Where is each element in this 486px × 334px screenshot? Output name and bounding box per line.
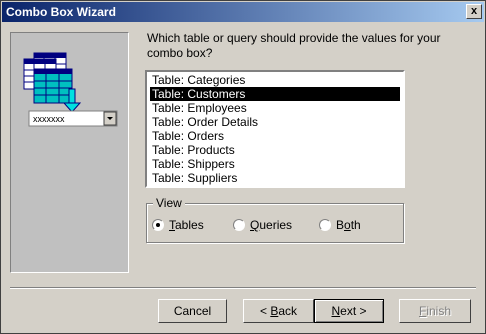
separator [10,287,476,289]
cancel-button[interactable]: Cancel [158,299,227,323]
radio-queries-label[interactable]: Queries [250,218,292,232]
close-button[interactable]: x [466,4,482,19]
list-item-selected[interactable]: Table: Customers [150,87,400,101]
list-item[interactable]: Table: Employees [150,101,400,115]
title-bar[interactable]: Combo Box Wizard x [2,2,484,22]
radio-tables-circle[interactable] [152,219,164,231]
view-group-label: View [153,196,185,210]
table-combo-illustration-icon: xxxxxxx [23,52,118,127]
list-item[interactable]: Table: Products [150,143,400,157]
wizard-illustration: xxxxxxx [10,32,129,273]
next-button[interactable]: Next > [314,299,384,323]
list-item[interactable]: Table: Categories [150,73,400,87]
combo-sample-text: xxxxxxx [33,114,65,124]
finish-button[interactable]: Finish [399,299,471,323]
list-item[interactable]: Table: Shippers [150,157,400,171]
view-groupbox: View Tables Queries Both [146,196,404,243]
close-icon: x [470,5,478,17]
table-listbox[interactable]: Table: Categories Table: Customers Table… [145,70,405,188]
prompt-text: Which table or query should provide the … [147,31,441,60]
list-item[interactable]: Table: Suppliers [150,171,400,185]
list-item[interactable]: Table: Orders [150,129,400,143]
radio-both-circle[interactable] [319,219,331,231]
wizard-window: Combo Box Wizard x xxxxxxx Which table o… [0,0,486,334]
list-item[interactable]: Table: Order Details [150,115,400,129]
radio-tables-label[interactable]: Tables [169,218,204,232]
radio-checked-dot [156,223,160,227]
window-title: Combo Box Wizard [6,5,116,19]
radio-queries-circle[interactable] [233,219,245,231]
back-button[interactable]: < Back [243,299,314,323]
radio-both-label[interactable]: Both [336,218,361,232]
